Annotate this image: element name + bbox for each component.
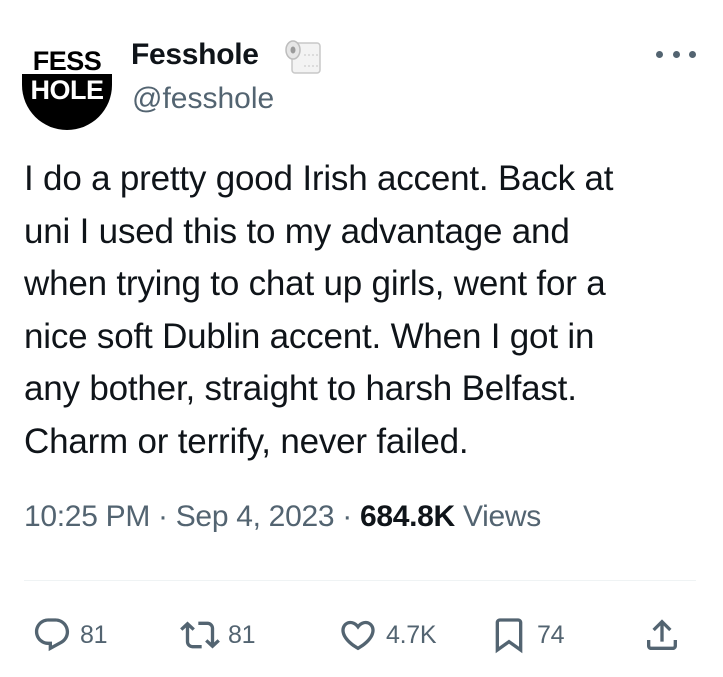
tweet-text-line: nice soft Dublin accent. When I got in [24, 316, 595, 356]
share-upload-icon [647, 619, 677, 650]
share-button[interactable] [642, 610, 682, 660]
speech-bubble-icon [34, 618, 70, 652]
tweet-text-line: uni I used this to my advantage and [24, 211, 570, 251]
bookmark-button[interactable]: 74 [489, 610, 565, 660]
views-count: 684.8K [359, 500, 455, 533]
tweet-meta: 10:25 PM · Sep 4, 2023 · 684.8K Views [24, 500, 541, 534]
repost-arrows-icon [180, 621, 220, 649]
meta-separator: · [342, 500, 352, 533]
reply-button[interactable]: 81 [32, 610, 108, 660]
repost-count: 81 [228, 620, 256, 649]
more-options-button[interactable] [656, 42, 696, 66]
tweet-card: FESS HOLE Fesshole @fesshole I do a pret… [0, 0, 723, 677]
more-dots-icon [689, 50, 696, 58]
tweet-text-line: when trying to chat up girls, went for a [24, 264, 606, 303]
display-name[interactable]: Fesshole [131, 38, 259, 72]
more-dots-icon [672, 50, 680, 58]
tweet-text-line: any bother, straight to harsh Belfast. [24, 369, 577, 408]
tweet-text-line: Charm or terrify, never failed. [24, 421, 469, 461]
toilet-paper-icon [284, 33, 324, 79]
views-label: Views [462, 500, 541, 533]
avatar-text-bottom: HOLE [30, 75, 104, 105]
meta-separator: · [158, 500, 168, 533]
like-button[interactable]: 4.7K [338, 610, 437, 660]
bookmark-count: 74 [537, 620, 565, 649]
repost-button[interactable]: 81 [180, 610, 256, 660]
reply-count: 81 [80, 620, 108, 649]
action-bar: 81 81 4.7K 74 [0, 610, 723, 660]
bookmark-icon [495, 618, 523, 654]
like-count: 4.7K [386, 620, 437, 649]
user-handle[interactable]: @fesshole [132, 82, 274, 116]
tweet-time[interactable]: 10:25 PM [24, 500, 150, 533]
heart-icon [341, 620, 375, 651]
tweet-text: I do a pretty good Irish accent. Back at… [24, 153, 704, 468]
tweet-text-line: I do a pretty good Irish accent. Back at [24, 159, 614, 198]
tweet-date[interactable]: Sep 4, 2023 [176, 500, 335, 533]
avatar[interactable]: FESS HOLE [22, 40, 112, 130]
divider [24, 580, 696, 581]
avatar-text-top: FESS [32, 46, 102, 76]
more-dots-icon [656, 50, 663, 58]
